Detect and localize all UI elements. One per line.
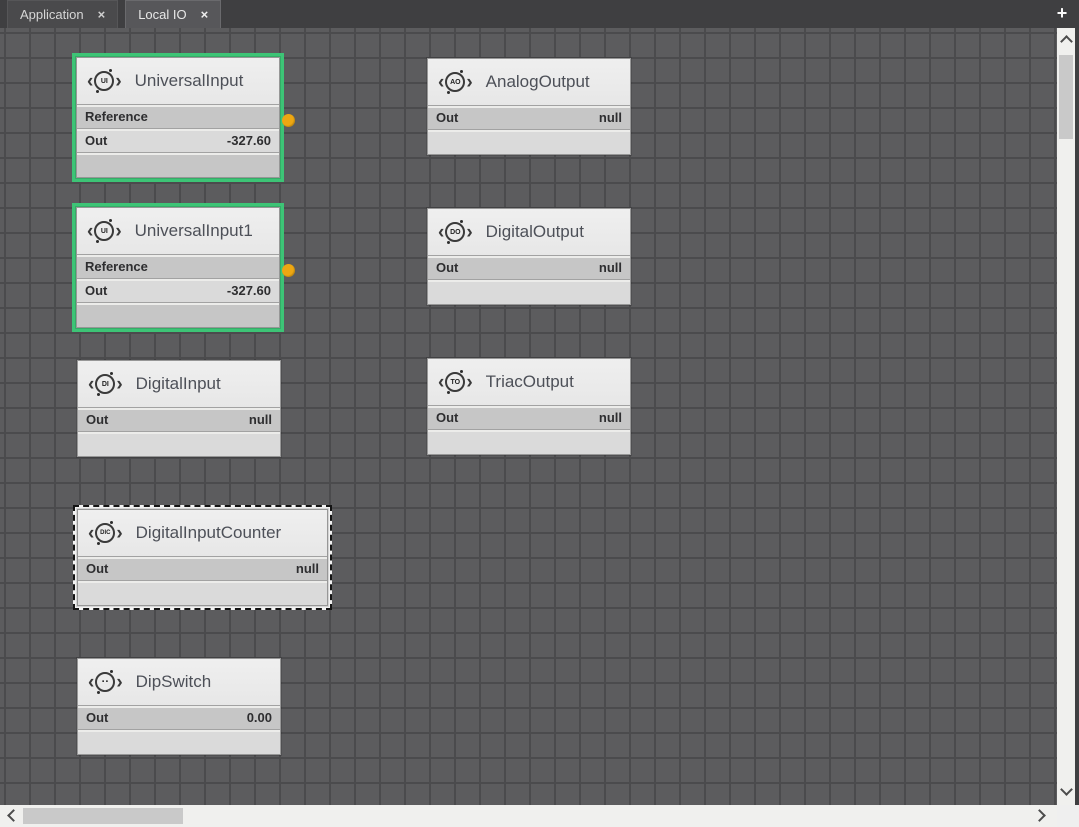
block-digital-input-counter[interactable]: DIC DigitalInputCounter Out null <box>73 505 332 610</box>
universal-input-icon: UI <box>87 71 122 91</box>
block-footer <box>428 279 630 304</box>
block-title: DigitalOutput <box>486 222 584 242</box>
vertical-scroll-thumb[interactable] <box>1059 55 1073 139</box>
scroll-up-icon[interactable] <box>1060 35 1073 48</box>
slot-value: -327.60 <box>227 283 271 298</box>
tab-local-io[interactable]: Local IO × <box>125 0 221 28</box>
slot-value: -327.60 <box>227 133 271 148</box>
block-universal-input[interactable]: UI UniversalInput Reference Out -327.60 <box>72 53 284 182</box>
universal-input-icon: UI <box>87 221 122 241</box>
block-title: TriacOutput <box>486 372 574 392</box>
block-analog-output[interactable]: AO AnalogOutput Out null <box>427 58 631 155</box>
close-icon[interactable]: × <box>98 8 106 21</box>
block-footer <box>78 729 280 754</box>
slot-value: null <box>249 412 272 427</box>
tab-application[interactable]: Application × <box>7 0 118 28</box>
slot-label: Out <box>436 410 458 425</box>
slot-label: Reference <box>85 259 148 274</box>
triac-output-icon: TO <box>438 372 473 392</box>
slot-label: Out <box>85 133 107 148</box>
block-title: UniversalInput <box>135 71 244 91</box>
slot-out[interactable]: Out null <box>428 405 630 429</box>
wire-sheet-canvas[interactable]: UI UniversalInput Reference Out -327.60 <box>0 28 1057 805</box>
dip-switch-icon: ·· <box>88 672 123 692</box>
block-header[interactable]: DI DigitalInput <box>78 361 280 407</box>
slot-out[interactable]: Out -327.60 <box>77 128 279 152</box>
slot-value: 0.00 <box>247 710 272 725</box>
slot-label: Out <box>85 283 107 298</box>
digital-input-icon: DI <box>88 374 123 394</box>
tab-application-label: Application <box>20 7 84 22</box>
block-header[interactable]: UI UniversalInput <box>77 58 279 104</box>
wire-sheet-app: Application × Local IO × + UI UniversalI… <box>0 0 1079 827</box>
block-header[interactable]: DIC DigitalInputCounter <box>78 510 327 556</box>
block-footer <box>77 302 279 327</box>
block-footer <box>78 580 327 605</box>
slot-out[interactable]: Out null <box>428 105 630 129</box>
slot-value: null <box>296 561 319 576</box>
digital-output-icon: DO <box>438 222 473 242</box>
block-title: AnalogOutput <box>486 72 590 92</box>
slot-label: Out <box>436 110 458 125</box>
block-digital-input[interactable]: DI DigitalInput Out null <box>77 360 281 457</box>
slot-reference[interactable]: Reference <box>77 254 279 278</box>
block-digital-output[interactable]: DO DigitalOutput Out null <box>427 208 631 305</box>
slot-out[interactable]: Out null <box>428 255 630 279</box>
slot-out[interactable]: Out null <box>78 556 327 580</box>
block-universal-input1[interactable]: UI UniversalInput1 Reference Out -327.60 <box>72 203 284 332</box>
block-footer <box>77 152 279 177</box>
slot-reference[interactable]: Reference <box>77 104 279 128</box>
reference-port-dot[interactable] <box>282 114 295 127</box>
slot-out[interactable]: Out -327.60 <box>77 278 279 302</box>
slot-value: null <box>599 260 622 275</box>
add-tab-button[interactable]: + <box>1051 2 1073 24</box>
slot-label: Out <box>86 412 108 427</box>
block-footer <box>78 431 280 456</box>
block-triac-output[interactable]: TO TriacOutput Out null <box>427 358 631 455</box>
close-icon[interactable]: × <box>201 8 209 21</box>
horizontal-scroll-thumb[interactable] <box>23 808 183 824</box>
analog-output-icon: AO <box>438 72 473 92</box>
slot-label: Out <box>86 710 108 725</box>
block-title: DigitalInput <box>136 374 221 394</box>
slot-value: null <box>599 410 622 425</box>
block-title: DipSwitch <box>136 672 212 692</box>
digital-input-counter-icon: DIC <box>88 523 123 543</box>
vertical-scrollbar[interactable] <box>1057 28 1075 805</box>
scroll-left-icon[interactable] <box>7 809 20 822</box>
block-header[interactable]: TO TriacOutput <box>428 359 630 405</box>
tab-bar: Application × Local IO × + <box>0 0 1079 28</box>
slot-value: null <box>599 110 622 125</box>
block-header[interactable]: DO DigitalOutput <box>428 209 630 255</box>
reference-port-dot[interactable] <box>282 264 295 277</box>
block-dip-switch[interactable]: ·· DipSwitch Out 0.00 <box>77 658 281 755</box>
block-header[interactable]: ·· DipSwitch <box>78 659 280 705</box>
slot-out[interactable]: Out null <box>78 407 280 431</box>
horizontal-scrollbar[interactable] <box>0 805 1057 827</box>
block-header[interactable]: AO AnalogOutput <box>428 59 630 105</box>
scroll-right-icon[interactable] <box>1033 809 1046 822</box>
block-title: DigitalInputCounter <box>136 523 282 543</box>
scrollbar-corner <box>1057 805 1079 827</box>
scroll-down-icon[interactable] <box>1060 783 1073 796</box>
block-footer <box>428 129 630 154</box>
block-header[interactable]: UI UniversalInput1 <box>77 208 279 254</box>
slot-label: Reference <box>85 109 148 124</box>
block-footer <box>428 429 630 454</box>
slot-label: Out <box>436 260 458 275</box>
slot-label: Out <box>86 561 108 576</box>
slot-out[interactable]: Out 0.00 <box>78 705 280 729</box>
tab-local-io-label: Local IO <box>138 7 186 22</box>
block-title: UniversalInput1 <box>135 221 253 241</box>
